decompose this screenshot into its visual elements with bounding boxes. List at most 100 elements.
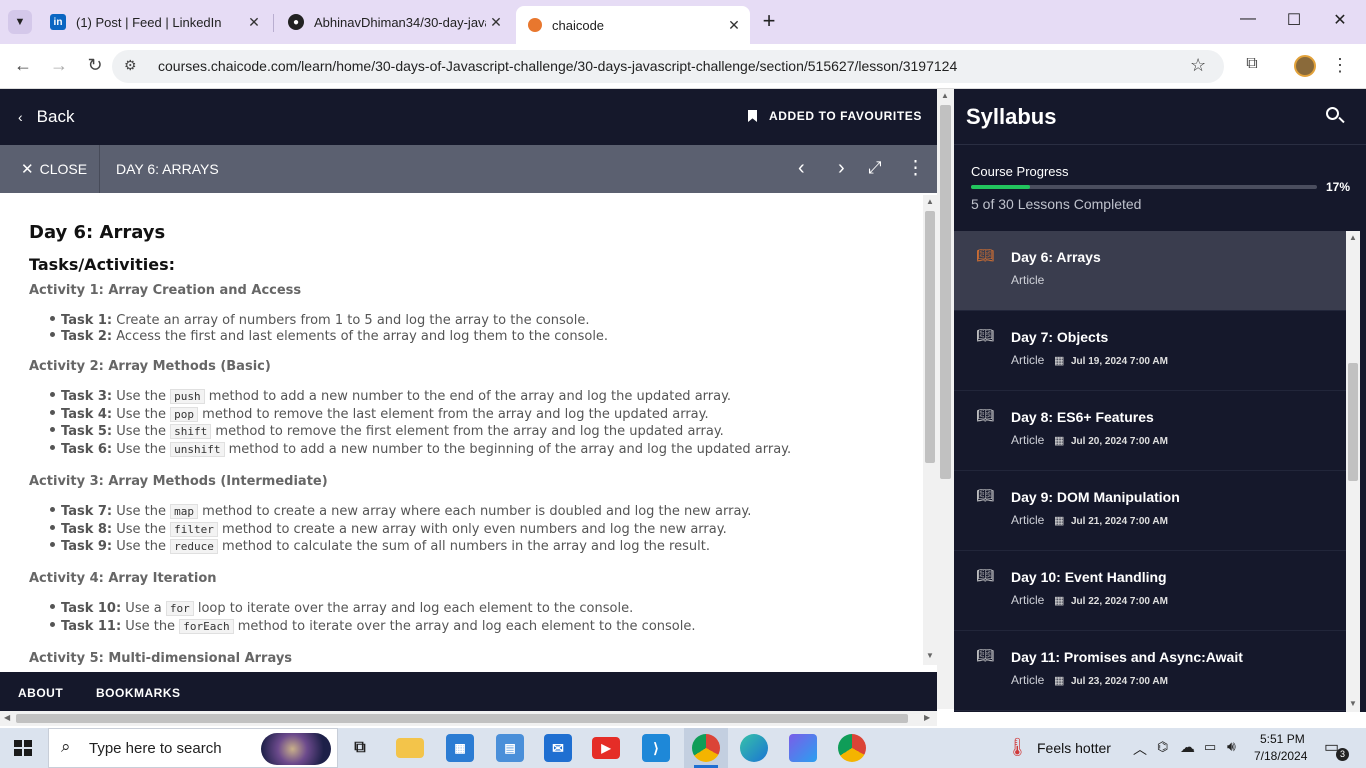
scroll-up-arrow[interactable]: ▲	[941, 91, 949, 100]
book-open-icon: 📖︎	[976, 487, 994, 503]
search-highlight-image	[261, 733, 331, 765]
minimize-icon[interactable]: —	[1225, 10, 1271, 28]
close-tab-icon[interactable]: ✕	[724, 17, 744, 34]
cloud-icon[interactable]: ☁	[1180, 738, 1195, 756]
book-open-icon: 📖︎	[976, 407, 994, 423]
previous-lesson-icon[interactable]: ‹	[798, 157, 805, 180]
tab-chaicode[interactable]: chaicode ✕	[516, 6, 750, 44]
chevron-up-icon[interactable]: ︿	[1133, 739, 1147, 759]
lesson-item-day-6[interactable]: 📖︎ Day 6: Arrays Article	[954, 231, 1346, 311]
maximize-icon[interactable]: ☐	[1271, 10, 1317, 30]
clock-date[interactable]: 7/18/2024	[1254, 749, 1307, 763]
back-icon[interactable]: ←	[11, 55, 35, 76]
sidebar-scrollbar[interactable]: ▲ ▼	[1346, 231, 1360, 712]
lesson-item-day-8[interactable]: 📖︎ Day 8: ES6+ Features Article ▦ Jul 20…	[954, 391, 1346, 471]
chevron-left-icon: ‹	[18, 109, 23, 125]
about-tab[interactable]: ABOUT	[18, 686, 63, 700]
lesson-date: Jul 21, 2024 7:00 AM	[1071, 516, 1168, 527]
lesson-sub-nav: ✕ CLOSE DAY 6: ARRAYS ‹ › ⤢ ⋮	[0, 145, 937, 193]
new-tab-button[interactable]: +	[756, 9, 782, 35]
linkedin-icon: in	[50, 14, 66, 30]
notification-badge: 3	[1336, 748, 1349, 761]
lesson-type: Article	[1011, 433, 1045, 447]
task-item: Task 8: Use the filter method to create …	[50, 522, 727, 537]
windows-start-icon[interactable]	[14, 740, 32, 756]
microsoft-store-icon[interactable]: ▦	[446, 734, 474, 762]
network-icon[interactable]: ⌬	[1157, 739, 1168, 755]
scroll-up-arrow[interactable]: ▲	[926, 197, 934, 206]
reload-icon[interactable]: ↻	[83, 55, 107, 76]
lesson-item-day-10[interactable]: 📖︎ Day 10: Event Handling Article ▦ Jul …	[954, 551, 1346, 631]
scroll-down-arrow[interactable]: ▼	[926, 651, 934, 660]
file-explorer-icon[interactable]	[396, 738, 424, 758]
bookmark-star-icon[interactable]: ☆	[1190, 55, 1206, 76]
close-window-icon[interactable]: ✕	[1317, 10, 1363, 30]
progress-percent: 17%	[1326, 180, 1351, 194]
volume-icon[interactable]: 🔊︎	[1227, 738, 1236, 755]
tab-search-button[interactable]: ▼	[8, 10, 32, 34]
extensions-icon[interactable]: ⧉	[1240, 55, 1264, 73]
edge-icon[interactable]	[740, 734, 768, 762]
menu-kebab-icon[interactable]: ⋮	[1328, 55, 1352, 76]
lesson-item-day-7[interactable]: 📖︎ Day 7: Objects Article ▦ Jul 19, 2024…	[954, 311, 1346, 391]
progress-label: Course Progress	[971, 164, 1069, 179]
youtube-icon[interactable]: ▶	[592, 737, 620, 759]
lesson-type: Article	[1011, 513, 1045, 527]
task-item: Task 10: Use a for loop to iterate over …	[50, 601, 633, 616]
scrollbar-thumb[interactable]	[1348, 363, 1358, 481]
page-scrollbar[interactable]: ▲	[937, 89, 954, 709]
lesson-item-day-11[interactable]: 📖︎ Day 11: Promises and Async:Await Arti…	[954, 631, 1346, 711]
copilot-icon[interactable]	[789, 734, 817, 762]
weather-text[interactable]: Feels hotter	[1037, 740, 1111, 756]
more-options-icon[interactable]: ⋮	[906, 157, 925, 180]
avatar[interactable]	[1294, 55, 1316, 77]
task-item: Task 4: Use the pop method to remove the…	[50, 407, 709, 422]
scroll-left-arrow[interactable]: ◀	[4, 713, 10, 722]
progress-fill	[971, 185, 1030, 189]
scroll-right-arrow[interactable]: ▶	[924, 713, 930, 722]
calendar-icon: ▦	[1054, 595, 1065, 607]
back-button[interactable]: ‹ Back	[18, 107, 74, 127]
task-view-icon[interactable]: ⧉	[346, 734, 374, 762]
chrome-icon[interactable]	[838, 734, 866, 762]
added-to-favourites-button[interactable]: ADDED TO FAVOURITES	[748, 109, 922, 123]
calendar-icon: ▦	[1054, 515, 1065, 527]
lesson-item-day-9[interactable]: 📖︎ Day 9: DOM Manipulation Article ▦ Jul…	[954, 471, 1346, 551]
url-field[interactable]: ⚙ courses.chaicode.com/learn/home/30-day…	[112, 50, 1224, 83]
close-tab-icon[interactable]: ✕	[486, 14, 506, 31]
lesson-list: 📖︎ Day 6: Arrays Article 📖︎ Day 7: Objec…	[954, 231, 1346, 712]
close-icon: ✕	[21, 161, 34, 178]
chrome-active-icon[interactable]	[692, 734, 720, 762]
article-scrollbar[interactable]: ▲ ▼	[923, 195, 937, 665]
weather-icon: 🌡︎	[1006, 737, 1029, 757]
scroll-up-arrow[interactable]: ▲	[1349, 233, 1357, 242]
lesson-date: Jul 20, 2024 7:00 AM	[1071, 436, 1168, 447]
close-button[interactable]: ✕ CLOSE	[0, 145, 100, 193]
tab-title: (1) Post | Feed | LinkedIn	[76, 14, 222, 30]
app-icon[interactable]: ▤	[496, 734, 524, 762]
tab-linkedin[interactable]: in (1) Post | Feed | LinkedIn ✕	[38, 8, 270, 36]
vscode-icon[interactable]: ⟩	[642, 734, 670, 762]
scroll-down-arrow[interactable]: ▼	[1349, 699, 1357, 708]
lesson-title: Day 11: Promises and Async:Await	[1011, 649, 1243, 665]
tab-github[interactable]: ● AbhinavDhiman34/30-day-java ✕	[276, 8, 512, 36]
scrollbar-thumb[interactable]	[940, 105, 951, 479]
mail-icon[interactable]: ✉	[544, 734, 572, 762]
horizontal-scrollbar[interactable]: ◀ ▶	[0, 711, 937, 726]
taskbar-search-box[interactable]: ⌕ Type here to search	[48, 728, 338, 768]
bookmarks-tab[interactable]: BOOKMARKS	[96, 686, 181, 700]
scrollbar-thumb[interactable]	[925, 211, 935, 463]
battery-icon[interactable]: ▭	[1204, 739, 1216, 755]
forward-icon[interactable]: →	[47, 55, 71, 76]
scrollbar-thumb[interactable]	[16, 714, 908, 723]
close-tab-icon[interactable]: ✕	[244, 14, 264, 31]
search-icon[interactable]	[1326, 107, 1345, 125]
lesson-type: Article	[1011, 353, 1045, 367]
lessons-completed-text: 5 of 30 Lessons Completed	[971, 196, 1142, 212]
fullscreen-icon[interactable]: ⤢	[868, 158, 882, 178]
book-open-icon: 📖︎	[976, 247, 994, 263]
site-info-icon[interactable]: ⚙	[124, 57, 137, 74]
clock-time[interactable]: 5:51 PM	[1260, 732, 1305, 746]
lesson-date: Jul 23, 2024 7:00 AM	[1071, 676, 1168, 687]
next-lesson-icon[interactable]: ›	[838, 157, 845, 180]
